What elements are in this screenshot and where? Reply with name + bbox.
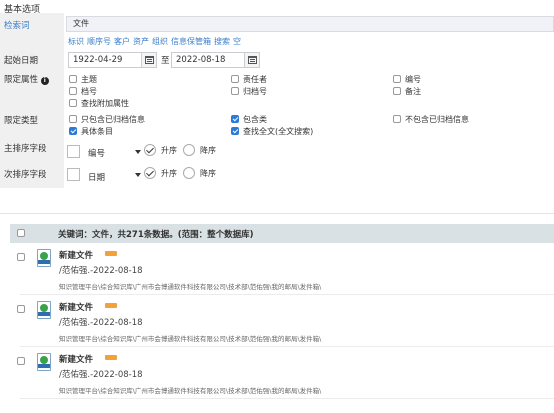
link-tag[interactable]: 标识 <box>68 37 84 46</box>
attr-archive-no-checkbox[interactable] <box>231 87 239 95</box>
secondary-sort-asc-radio[interactable] <box>144 167 156 179</box>
calendar-icon <box>247 56 257 64</box>
item-title[interactable]: 新建文件 <box>59 353 93 365</box>
attr-subject-checkbox[interactable] <box>69 75 77 83</box>
secondary-sort-field[interactable]: 日期 <box>88 171 105 183</box>
attr-label: 限定属性 i <box>4 73 49 85</box>
type-include-class-label: 包含类 <box>243 115 267 124</box>
keyword-links: 标识 顺序号 客户 资产 组织 信息保管箱 搜索空 <box>68 36 244 47</box>
keyword-input[interactable]: 文件 <box>66 16 554 32</box>
attr-responsible-label: 责任者 <box>243 75 267 84</box>
secondary-sort-asc-label: 升序 <box>161 169 177 178</box>
attr-file-no-checkbox[interactable] <box>69 87 77 95</box>
type-no-archived-label: 不包含已归档信息 <box>405 115 469 124</box>
date-label: 起始日期 <box>4 56 39 66</box>
attr-subject-label: 主题 <box>81 75 97 84</box>
primary-sort-asc-radio[interactable] <box>144 144 156 156</box>
item-author-date: /范佑强.-2022-08-18 <box>59 370 143 380</box>
list-item[interactable]: 新建文件 /范佑强.-2022-08-18 知识管理平台\综合知识库\广州市会博… <box>10 245 554 295</box>
new-badge-icon <box>105 303 117 308</box>
item-author-date: /范佑强.-2022-08-18 <box>59 266 143 276</box>
select-all-checkbox[interactable] <box>17 229 25 237</box>
attr-remark-checkbox[interactable] <box>393 87 401 95</box>
link-empty[interactable]: 空 <box>233 37 241 46</box>
attr-file-no-label: 档号 <box>81 87 97 96</box>
label-column: 检索词 起始日期 限定属性 i 限定类型 主排序字段 次排序字段 <box>0 13 64 188</box>
row-divider <box>20 346 554 347</box>
primary-sort-desc-label: 降序 <box>200 146 216 155</box>
secondary-sort-label: 次排序字段 <box>4 170 47 180</box>
results-summary: 关键词：文件，共271条数据。(范围：整个数据库) <box>58 230 254 240</box>
html-file-icon <box>37 353 51 371</box>
item-path: 知识管理平台\综合知识库\广州市会博通软件科技有限公司\技术部\范佑强\我的邮局… <box>59 387 322 395</box>
primary-sort-field[interactable]: 编号 <box>88 147 105 159</box>
attr-responsible-checkbox[interactable] <box>231 75 239 83</box>
type-archived-only-label: 只包含已归档信息 <box>81 115 145 124</box>
html-file-icon <box>37 249 51 267</box>
list-item[interactable]: 新建文件 /范佑强.-2022-08-18 知识管理平台\综合知识库\广州市会博… <box>10 297 554 347</box>
type-specific-item-checkbox[interactable] <box>69 127 77 135</box>
item-title[interactable]: 新建文件 <box>59 301 93 313</box>
secondary-sort-desc-label: 降序 <box>200 169 216 178</box>
item-title[interactable]: 新建文件 <box>59 249 93 261</box>
list-item[interactable]: 新建文件 /范佑强.-2022-08-18 知识管理平台\综合知识库\广州市会博… <box>10 349 554 399</box>
item-path: 知识管理平台\综合知识库\广州市会博通软件科技有限公司\技术部\范佑强\我的邮局… <box>59 283 322 291</box>
type-label: 限定类型 <box>4 116 39 126</box>
link-search[interactable]: 搜索 <box>214 37 230 46</box>
primary-sort-asc-label: 升序 <box>161 146 177 155</box>
link-asset[interactable]: 资产 <box>133 37 149 46</box>
type-archived-only-checkbox[interactable] <box>69 115 77 123</box>
link-org[interactable]: 组织 <box>152 37 168 46</box>
date-from-picker[interactable] <box>141 52 157 68</box>
row-divider <box>20 294 554 295</box>
date-to-picker[interactable] <box>244 52 260 68</box>
item-checkbox[interactable] <box>17 305 25 313</box>
info-icon[interactable]: i <box>40 77 49 85</box>
link-safebox[interactable]: 信息保管箱 <box>171 37 211 46</box>
chevron-down-icon[interactable] <box>135 173 141 177</box>
attr-archive-no-label: 归档号 <box>243 87 267 96</box>
type-fulltext-label: 查找全文(全文搜索) <box>243 127 314 136</box>
item-checkbox[interactable] <box>17 357 25 365</box>
attr-extra-label: 查找附加属性 <box>81 99 129 108</box>
type-specific-item-label: 具体条目 <box>81 127 113 136</box>
item-checkbox[interactable] <box>17 253 25 261</box>
primary-sort-label: 主排序字段 <box>4 144 47 154</box>
chevron-down-icon[interactable] <box>135 150 141 154</box>
attr-extra-checkbox[interactable] <box>69 99 77 107</box>
item-author-date: /范佑强.-2022-08-18 <box>59 318 143 328</box>
calendar-icon <box>144 56 154 64</box>
divider <box>0 213 554 214</box>
link-order-no[interactable]: 顺序号 <box>87 37 111 46</box>
secondary-sort-desc-radio[interactable] <box>183 167 195 179</box>
html-file-icon <box>37 301 51 319</box>
attr-number-checkbox[interactable] <box>393 75 401 83</box>
type-fulltext-checkbox[interactable] <box>231 127 239 135</box>
secondary-sort-checkbox[interactable] <box>67 168 80 181</box>
attr-remark-label: 备注 <box>405 87 421 96</box>
type-no-archived-checkbox[interactable] <box>393 115 401 123</box>
primary-sort-checkbox[interactable] <box>67 145 80 158</box>
primary-sort-desc-radio[interactable] <box>183 144 195 156</box>
date-separator: 至 <box>161 56 170 66</box>
type-include-class-checkbox[interactable] <box>231 115 239 123</box>
link-customer[interactable]: 客户 <box>114 37 130 46</box>
results-header: 关键词：文件，共271条数据。(范围：整个数据库) <box>10 224 554 243</box>
keyword-label: 检索词 <box>4 21 30 31</box>
attr-number-label: 编号 <box>405 75 421 84</box>
item-path: 知识管理平台\综合知识库\广州市会博通软件科技有限公司\技术部\范佑强\我的邮局… <box>59 335 322 343</box>
new-badge-icon <box>105 355 117 360</box>
new-badge-icon <box>105 251 117 256</box>
row-divider <box>20 398 554 399</box>
